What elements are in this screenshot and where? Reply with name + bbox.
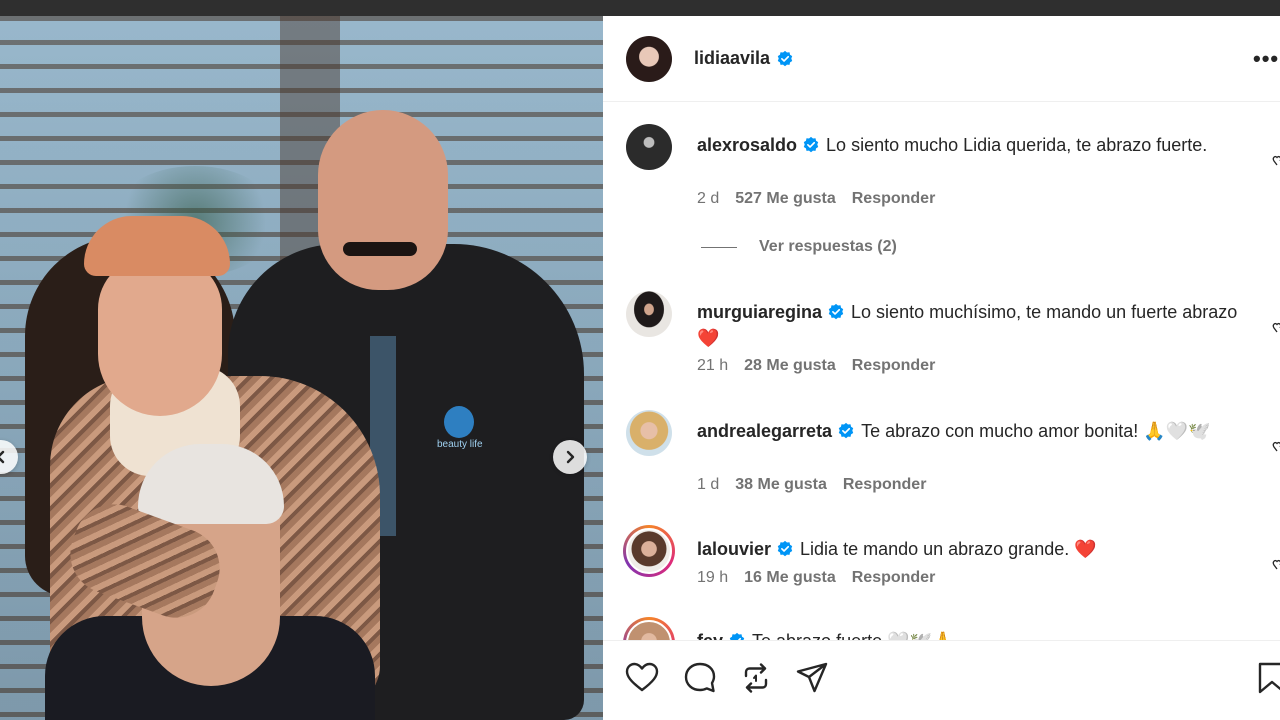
comment-body: alexrosaldo Lo siento mucho Lidia querida… xyxy=(697,132,1247,158)
author-username[interactable]: lidiaavila xyxy=(694,48,770,69)
comment-time[interactable]: 2 d xyxy=(697,190,719,208)
reply-button[interactable]: Responder xyxy=(843,476,927,494)
comment-likes[interactable]: 38 Me gusta xyxy=(735,476,827,494)
view-replies-label: Ver respuestas (2) xyxy=(759,238,897,255)
comment-text: Te abrazo con mucho amor bonita! 🙏🤍🕊️ xyxy=(861,421,1211,441)
comment-meta: 19 h 16 Me gusta Responder xyxy=(697,569,935,587)
comment-time[interactable]: 21 h xyxy=(697,357,728,375)
comment-body: lalouvier Lidia te mando un abrazo grande… xyxy=(697,536,1247,562)
reply-button[interactable]: Responder xyxy=(852,190,936,208)
heart-icon[interactable] xyxy=(625,661,659,695)
chevron-right-icon xyxy=(566,450,575,464)
commenter-username[interactable]: murguiaregina xyxy=(697,302,822,322)
jacket-logo-icon xyxy=(444,406,474,438)
post-action-bar xyxy=(603,640,1280,720)
comment-likes[interactable]: 28 Me gusta xyxy=(744,357,836,375)
comment-meta: 2 d 527 Me gusta Responder xyxy=(697,190,935,208)
reply-button[interactable]: Responder xyxy=(852,569,936,587)
comment-text: Lidia te mando un abrazo grande. ❤️ xyxy=(800,539,1097,559)
comment-time[interactable]: 19 h xyxy=(697,569,728,587)
post-header: lidiaavila ••• xyxy=(603,16,1280,102)
comment-body: andrealegarreta Te abrazo con mucho amor … xyxy=(697,418,1247,444)
woman-face xyxy=(98,256,222,416)
commenter-avatar[interactable] xyxy=(626,410,672,456)
commenter-avatar xyxy=(626,528,672,574)
comment-text: Lo siento mucho Lidia querida, te abrazo… xyxy=(826,135,1208,155)
send-icon[interactable] xyxy=(795,661,829,695)
commenter-username[interactable]: lalouvier xyxy=(697,539,771,559)
comment-meta: 1 d 38 Me gusta Responder xyxy=(697,476,926,494)
comment-likes[interactable]: 527 Me gusta xyxy=(735,190,835,208)
carousel-next-button[interactable] xyxy=(553,440,587,474)
woman-headband xyxy=(84,216,230,276)
comment-icon[interactable] xyxy=(683,661,717,695)
comment-like-icon[interactable] xyxy=(1270,558,1280,572)
man-moustache xyxy=(343,242,417,256)
comment-likes[interactable]: 16 Me gusta xyxy=(744,569,836,587)
verified-icon xyxy=(828,303,844,319)
comment-body: murguiaregina Lo siento muchísimo, te man… xyxy=(697,299,1247,351)
comment-like-icon[interactable] xyxy=(1270,321,1280,335)
comment-meta: 21 h 28 Me gusta Responder xyxy=(697,357,935,375)
author-avatar[interactable] xyxy=(626,36,672,82)
verified-icon xyxy=(777,50,793,66)
verified-icon xyxy=(838,422,854,438)
more-options-button[interactable]: ••• xyxy=(1253,46,1279,72)
commenter-avatar[interactable] xyxy=(626,291,672,337)
comment-like-icon[interactable] xyxy=(1270,440,1280,454)
jacket-logo-text: beauty life xyxy=(437,439,483,450)
verified-icon xyxy=(777,540,793,556)
chevron-left-icon xyxy=(0,450,5,464)
comment-like-icon[interactable] xyxy=(1270,154,1280,168)
author-name-row: lidiaavila xyxy=(694,48,794,69)
commenter-avatar-story-ring[interactable] xyxy=(623,525,675,577)
replies-divider xyxy=(701,246,737,248)
man-face xyxy=(318,110,448,290)
post-side-panel: lidiaavila ••• alexrosaldo Lo siento much… xyxy=(603,16,1280,720)
bookmark-icon[interactable] xyxy=(1255,661,1280,695)
browser-top-strip xyxy=(0,0,1280,16)
post-photo[interactable]: beauty life xyxy=(0,16,603,720)
verified-icon xyxy=(803,136,819,152)
comment-time[interactable]: 1 d xyxy=(697,476,719,494)
commenter-username[interactable]: alexrosaldo xyxy=(697,135,797,155)
repost-icon[interactable] xyxy=(739,661,773,695)
view-replies-button[interactable]: Ver respuestas (2) xyxy=(701,238,897,256)
reply-button[interactable]: Responder xyxy=(852,357,936,375)
commenter-username[interactable]: andrealegarreta xyxy=(697,421,832,441)
commenter-avatar[interactable] xyxy=(626,124,672,170)
